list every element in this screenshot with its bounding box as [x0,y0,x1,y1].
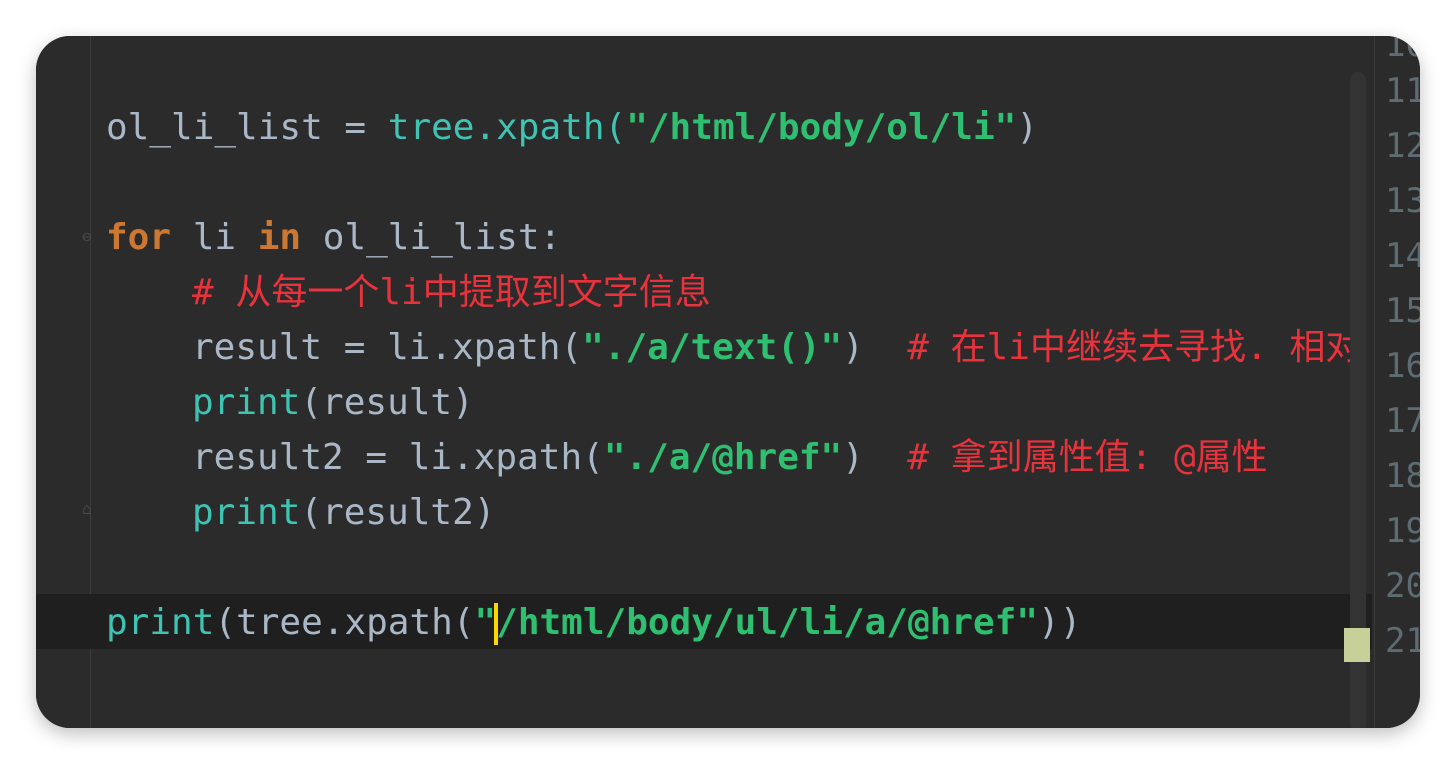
code-line-5[interactable]: print(result) [192,375,474,430]
line-number: 20 [1385,566,1420,606]
string-quote: " [474,602,497,643]
string-literal: "./a/text()" [582,327,843,368]
code-line-8[interactable]: print(tree.xpath("/html/body/ul/li/a/@hr… [106,595,1081,650]
code-token: ) [842,437,864,478]
code-token: ol_li_list = [106,107,388,148]
scroll-position-marker[interactable] [1344,628,1370,662]
code-token: (tree.xpath( [214,602,475,643]
keyword-for: for [106,217,172,258]
string-literal: "./a/@href" [603,437,843,478]
builtin-print: print [192,492,301,533]
code-line-7[interactable]: print(result2) [192,485,495,540]
line-number: 16 [1385,346,1420,386]
line-number: 17 [1385,401,1420,441]
code-token: result2 = li.xpath( [192,437,604,478]
line-number: 13 [1385,181,1420,221]
line-number-panel: 10 11 12 13 14 15 16 17 18 19 20 21 [1374,36,1420,728]
code-editor-window: ⊖ ⌂ ol_li_list = tree.xpath("/html/body/… [36,36,1420,728]
fold-open-icon[interactable]: ⊖ [80,228,94,246]
code-line-1[interactable]: ol_li_list = tree.xpath("/html/body/ol/l… [106,100,1038,155]
keyword-in: in [257,217,302,258]
code-token: (result2) [300,492,496,533]
code-line-3[interactable]: # 从每一个li中提取到文字信息 [192,265,711,320]
line-number: 15 [1385,291,1420,331]
code-token: ) [842,327,864,368]
builtin-print: print [106,602,215,643]
code-token: )) [1038,602,1082,643]
code-token: ) [1016,107,1039,148]
code-token: tree.xpath( [387,107,627,148]
builtin-print: print [192,382,301,423]
comment: # 在li中继续去寻找. 相对 [907,327,1362,368]
line-number: 14 [1385,236,1420,276]
comment: # 拿到属性值: @属性 [907,437,1268,478]
line-number: 18 [1385,456,1420,496]
line-number: 19 [1385,511,1420,551]
comment: # 从每一个li中提取到文字信息 [192,272,711,313]
fold-end-icon[interactable]: ⌂ [80,500,94,518]
code-line-4[interactable]: result = li.xpath("./a/text()") # 在li中继续… [192,320,1361,375]
string-literal: "/html/body/ol/li" [626,107,1017,148]
line-number: 11 [1385,71,1420,111]
code-line-2[interactable]: for li in ol_li_list: [106,210,561,265]
code-token: ol_li_list: [301,217,562,258]
line-number: 21 [1385,621,1420,661]
code-token: result = li.xpath( [192,327,583,368]
code-token: (result) [300,382,474,423]
code-line-6[interactable]: result2 = li.xpath("./a/@href") # 拿到属性值:… [192,430,1268,485]
code-token: li [171,217,258,258]
code-area[interactable]: ol_li_list = tree.xpath("/html/body/ol/l… [106,36,1370,728]
string-literal: /html/body/ul/li/a/@href" [496,602,1039,643]
line-number: 12 [1385,126,1420,166]
